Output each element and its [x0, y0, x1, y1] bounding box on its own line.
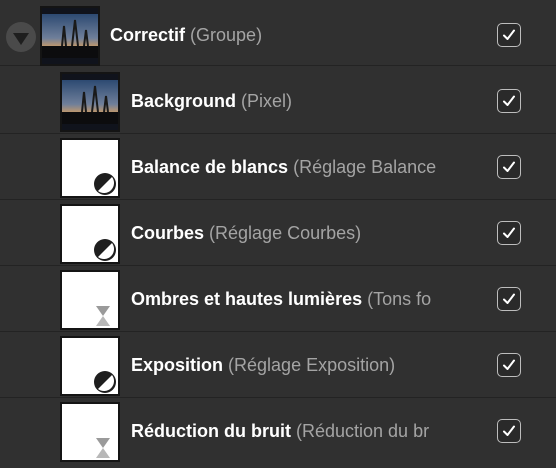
hourglass-icon: [96, 306, 110, 326]
layer-name: Correctif: [110, 25, 186, 45]
layer-row-exposition[interactable]: Exposition (Réglage Exposition): [0, 332, 556, 398]
layer-label: Background (Pixel): [131, 68, 486, 134]
adjustment-icon: [94, 239, 116, 261]
visibility-checkbox[interactable]: [497, 353, 521, 377]
layer-thumbnail: [60, 402, 120, 462]
collapse-triangle-down-icon[interactable]: [6, 22, 36, 52]
checkmark-icon: [503, 95, 515, 106]
checkmark-icon: [503, 29, 515, 40]
layer-label: Correctif (Groupe): [110, 2, 490, 68]
layer-type: (Tons fo: [367, 289, 432, 309]
checkmark-icon: [503, 161, 515, 172]
layer-thumbnail: [60, 336, 120, 396]
layer-row-ombres-et-hautes-lumieres[interactable]: Ombres et hautes lumières (Tons fo: [0, 266, 556, 332]
layer-row-courbes[interactable]: Courbes (Réglage Courbes): [0, 200, 556, 266]
layer-type: (Réglage Exposition): [228, 355, 396, 375]
layer-type: (Réglage Balance: [293, 157, 437, 177]
layer-label: Ombres et hautes lumières (Tons fo: [131, 266, 486, 332]
layer-thumbnail-photo: [40, 6, 100, 66]
layer-type: (Réglage Courbes): [209, 223, 362, 243]
checkmark-icon: [503, 293, 515, 304]
adjustment-icon: [94, 371, 116, 393]
layer-row-balance-de-blancs[interactable]: Balance de blancs (Réglage Balance: [0, 134, 556, 200]
layer-name: Exposition: [131, 355, 224, 375]
visibility-checkbox[interactable]: [497, 23, 521, 47]
layer-name: Background: [131, 91, 237, 111]
layer-type: (Réduction du br: [296, 421, 430, 441]
layer-label: Balance de blancs (Réglage Balance: [131, 134, 486, 200]
layer-name: Balance de blancs: [131, 157, 289, 177]
layer-thumbnail: [60, 270, 120, 330]
visibility-checkbox[interactable]: [497, 419, 521, 443]
adjustment-icon: [94, 173, 116, 195]
hourglass-icon: [96, 438, 110, 458]
visibility-checkbox[interactable]: [497, 287, 521, 311]
layer-name: Courbes: [131, 223, 205, 243]
layer-type: (Pixel): [241, 91, 293, 111]
layer-type: (Groupe): [190, 25, 263, 45]
visibility-checkbox[interactable]: [497, 221, 521, 245]
layer-thumbnail-photo: [60, 72, 120, 132]
layer-name: Réduction du bruit: [131, 421, 291, 441]
visibility-checkbox[interactable]: [497, 155, 521, 179]
checkmark-icon: [503, 425, 515, 436]
layer-label: Réduction du bruit (Réduction du br: [131, 398, 486, 464]
layer-name: Ombres et hautes lumières: [131, 289, 363, 309]
layer-row-reduction-du-bruit[interactable]: Réduction du bruit (Réduction du br: [0, 398, 556, 468]
layer-thumbnail: [60, 204, 120, 264]
checkmark-icon: [503, 359, 515, 370]
layer-label: Courbes (Réglage Courbes): [131, 200, 486, 266]
visibility-checkbox[interactable]: [497, 89, 521, 113]
layer-row-correctif[interactable]: Correctif (Groupe): [0, 0, 556, 66]
checkmark-icon: [503, 227, 515, 238]
layer-label: Exposition (Réglage Exposition): [131, 332, 486, 398]
layer-row-background[interactable]: Background (Pixel): [0, 68, 556, 134]
layer-thumbnail: [60, 138, 120, 198]
